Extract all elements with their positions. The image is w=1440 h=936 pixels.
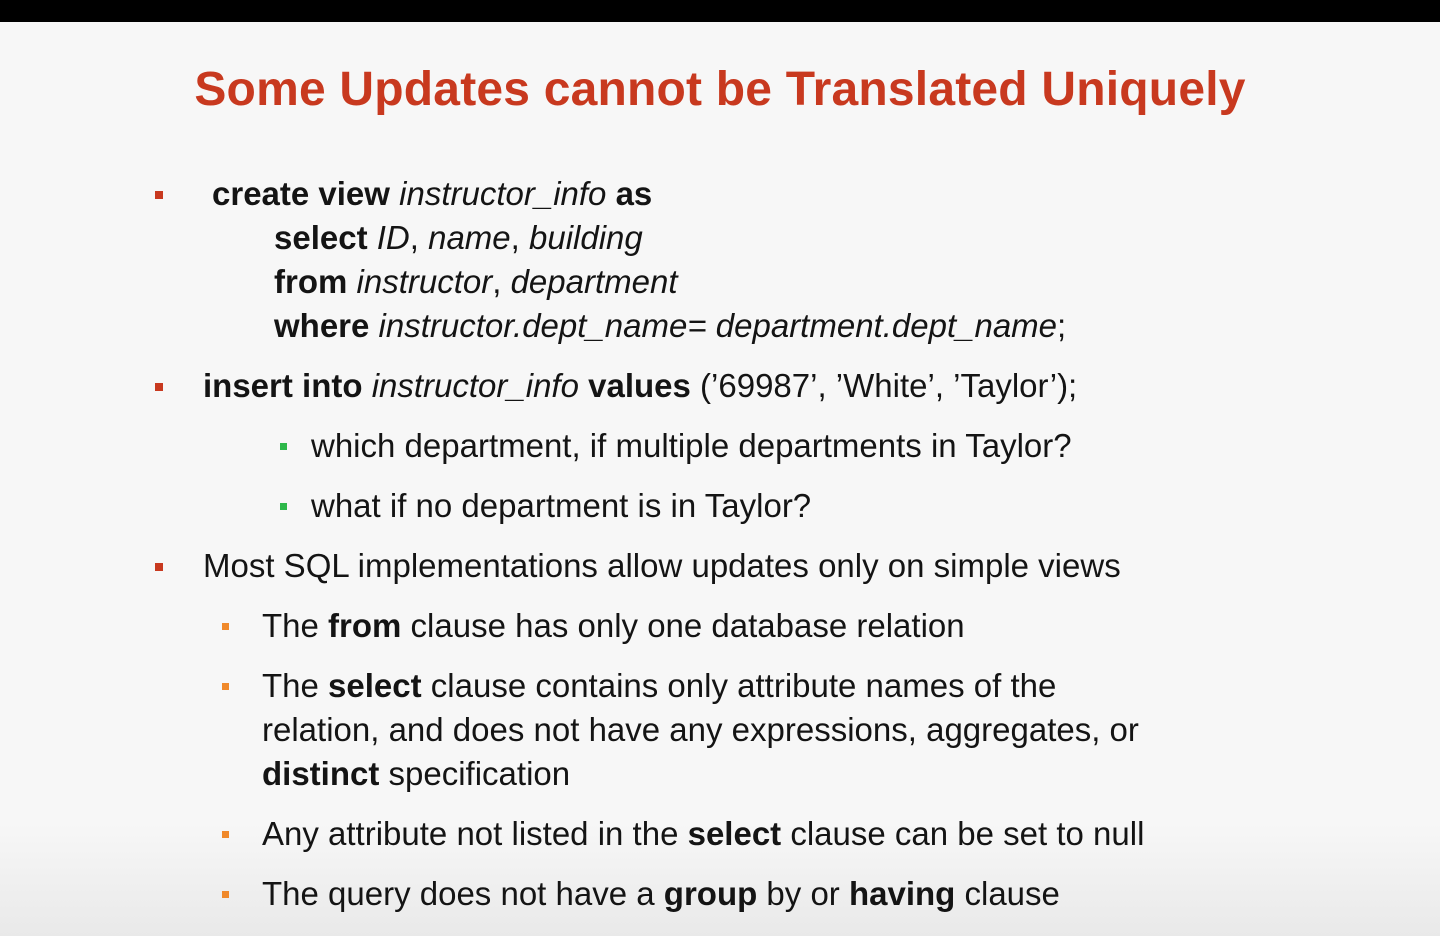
text-run: Any attribute not listed in the: [262, 815, 688, 852]
identifier: department: [510, 263, 678, 300]
bullet-marker-green: [280, 503, 287, 510]
bullet-marker-orange: [222, 623, 229, 630]
create-view-line: create view instructor_info as: [212, 175, 652, 213]
sub-bullet-text-continued: relation, and does not have any expressi…: [262, 711, 1139, 748]
identifier: ID: [376, 219, 410, 256]
keyword: values: [588, 367, 691, 404]
text-run: The: [262, 607, 329, 644]
text-run: The query does not have a: [262, 875, 664, 912]
keyword: as: [615, 175, 653, 212]
text-run: clause has only one database relation: [401, 607, 965, 644]
identifier: instructor_info: [371, 367, 579, 404]
values-text: (’69987’, ’White’, ’Taylor’);: [700, 367, 1078, 404]
sub-bullet-text: what if no department is in Taylor?: [311, 487, 812, 524]
separator: ;: [1057, 307, 1067, 344]
keyword: having: [848, 875, 956, 912]
insert-line: insert into instructor_info values (’699…: [203, 367, 1077, 405]
sub-bullet-text: which department, if multiple department…: [311, 427, 1072, 464]
bullet-marker-red: [155, 191, 163, 199]
slide: Some Updates cannot be Translated Unique…: [0, 0, 1440, 936]
text-run: clause: [955, 875, 1060, 912]
text-run: The: [262, 667, 329, 704]
keyword: distinct: [262, 755, 380, 792]
identifier: department.dept_name: [715, 307, 1058, 344]
separator: ,: [510, 219, 529, 256]
where-line: where instructor.dept_name= department.d…: [274, 307, 1066, 345]
separator: ,: [492, 263, 511, 300]
keyword: select: [687, 815, 782, 852]
keyword: from: [328, 607, 402, 644]
identifier: instructor_info: [399, 175, 607, 212]
bullet-text: Most SQL implementations allow updates o…: [203, 547, 1121, 584]
bullet-marker-red: [155, 563, 163, 571]
bullet-marker-orange: [222, 831, 229, 838]
text-run: clause contains only attribute names of …: [421, 667, 1057, 704]
bullet-marker-red: [155, 383, 163, 391]
sub-bullet-text: The from clause has only one database re…: [262, 607, 965, 645]
sub-bullet-text: Any attribute not listed in the select c…: [262, 815, 1144, 853]
keyword: select: [274, 219, 368, 256]
keyword: from: [274, 263, 348, 300]
sub-bullet-text: The query does not have a group by or ha…: [262, 875, 1060, 913]
top-black-bar: [0, 0, 1440, 22]
identifier: name: [428, 219, 511, 256]
keyword: insert into: [203, 367, 363, 404]
slide-title: Some Updates cannot be Translated Unique…: [194, 63, 1246, 116]
text-run: by or: [757, 875, 849, 912]
keyword: group: [663, 875, 758, 912]
identifier: instructor.dept_name=: [378, 307, 707, 344]
keyword: create view: [212, 175, 390, 212]
identifier: instructor: [356, 263, 493, 300]
sub-bullet-text: The select clause contains only attribut…: [262, 667, 1056, 705]
bullet-marker-orange: [222, 891, 229, 898]
text-run: clause can be set to null: [781, 815, 1145, 852]
text-run: specification: [379, 755, 571, 792]
keyword: select: [328, 667, 422, 704]
from-line: from instructor, department: [274, 263, 678, 301]
bullet-marker-orange: [222, 683, 229, 690]
keyword: where: [274, 307, 370, 344]
sub-bullet-text-continued: distinct specification: [262, 755, 570, 793]
bullet-marker-green: [280, 443, 287, 450]
separator: ,: [409, 219, 429, 256]
select-line: select ID, name, building: [274, 219, 643, 257]
identifier: building: [529, 219, 643, 256]
